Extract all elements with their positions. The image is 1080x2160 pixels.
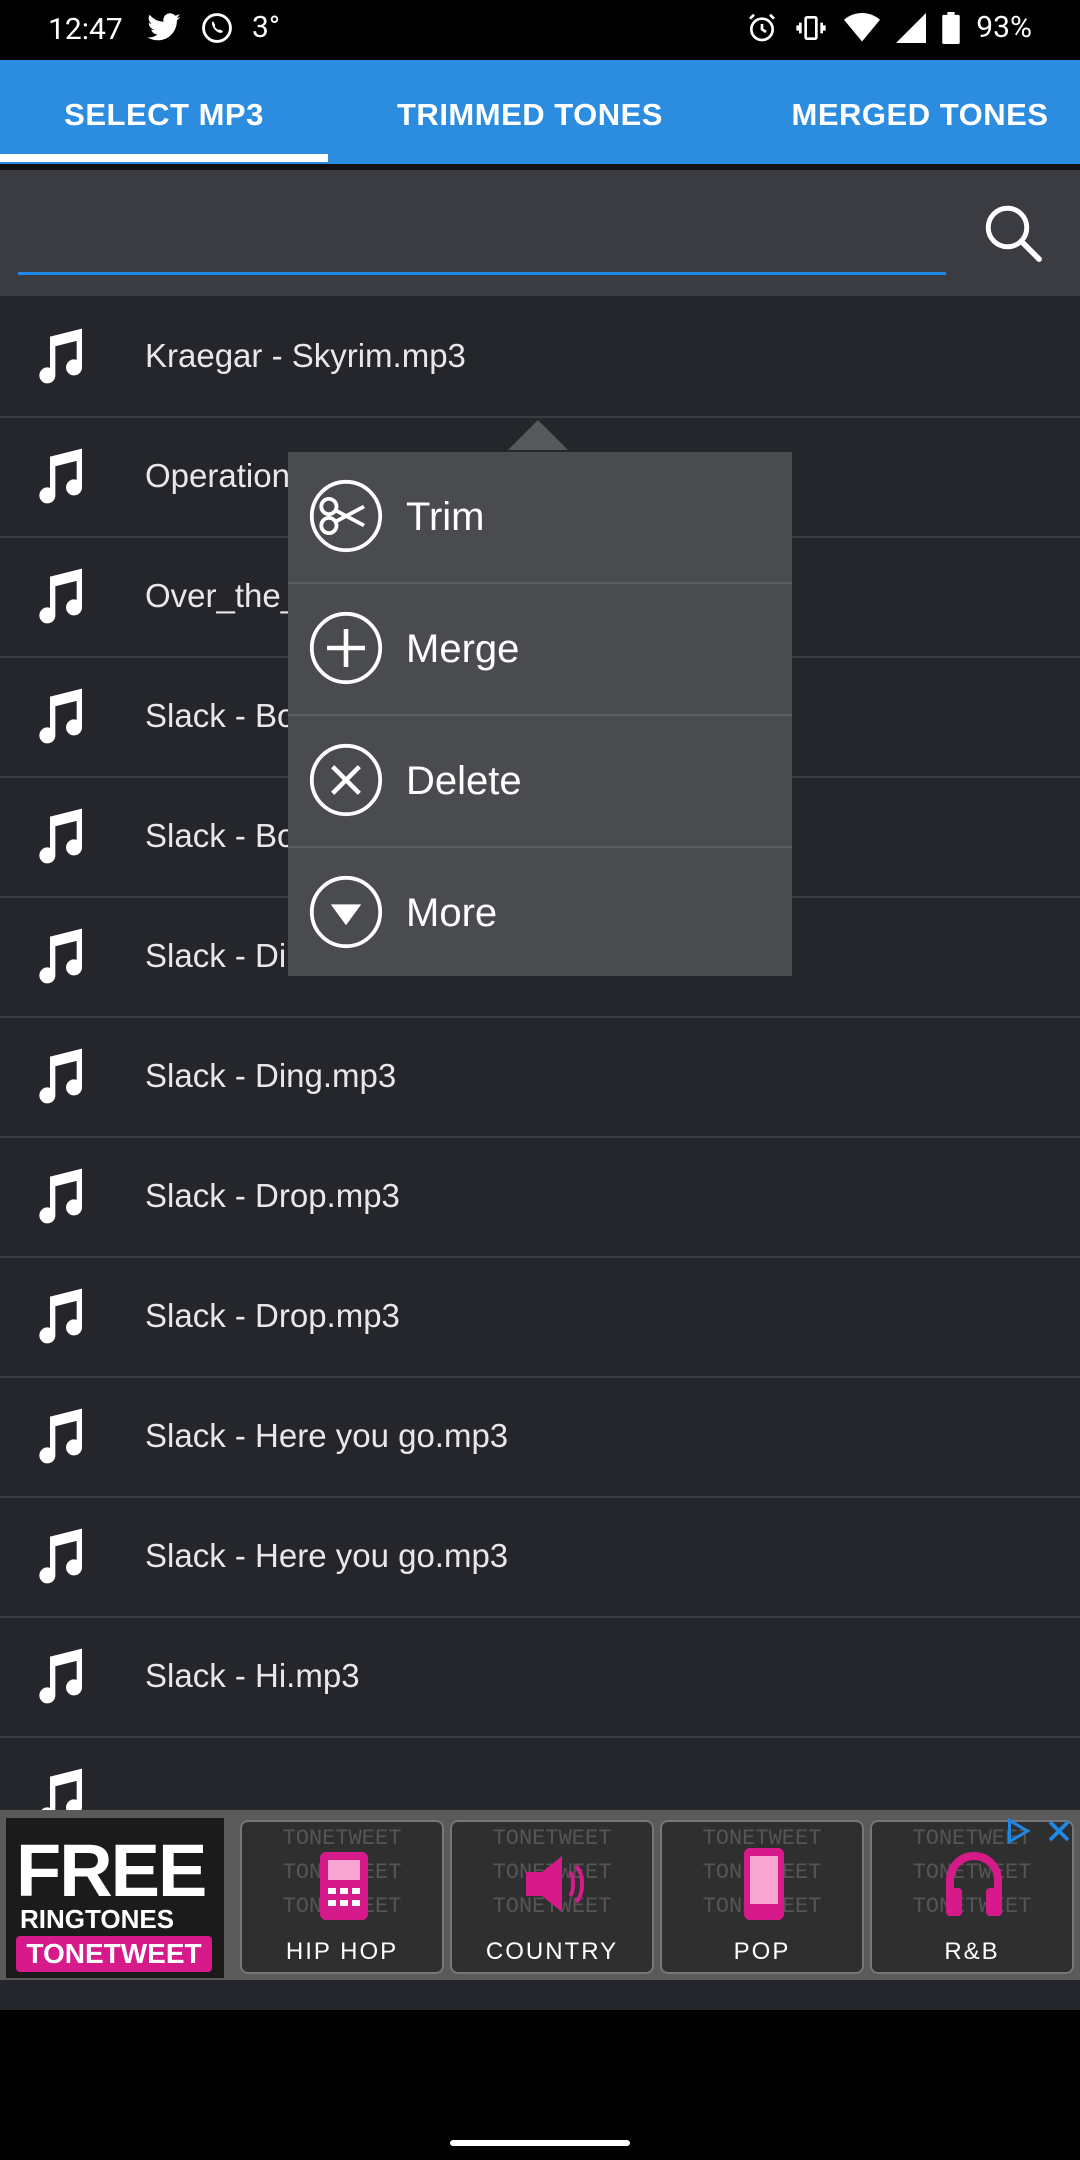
file-name: Slack - Bo <box>145 697 296 734</box>
headphones-icon <box>946 1852 1002 1916</box>
menu-item-delete[interactable]: Delete <box>288 716 792 848</box>
menu-item-merge[interactable]: Merge <box>288 584 792 716</box>
alarm-icon <box>749 13 776 41</box>
adchoices-icon[interactable] <box>1002 1816 1032 1846</box>
file-name: Slack - Drop.mp3 <box>145 1177 400 1214</box>
smartphone-icon <box>744 1848 784 1920</box>
music-note-icon <box>39 928 83 984</box>
music-note-icon <box>39 1048 83 1104</box>
file-name: Slack - Bo <box>145 817 296 854</box>
file-name: Slack - Here you go.mp3 <box>145 1537 509 1574</box>
file-name: Slack - Ding.mp3 <box>145 1057 397 1094</box>
list-item[interactable]: Slack - Drop.mp3 <box>0 1256 1080 1378</box>
menu-item-label: Delete <box>406 759 522 803</box>
file-name: Slack - Drop.mp3 <box>145 1297 400 1334</box>
menu-item-label: Merge <box>406 627 520 671</box>
list-item[interactable]: Slack - Here you go.mp3 <box>0 1496 1080 1618</box>
speaker-icon <box>526 1856 584 1912</box>
list-item[interactable]: Slack - Hi.mp3 <box>0 1616 1080 1738</box>
ad-genre-label: POP <box>733 1938 791 1965</box>
ad-genre-label: HIP HOP <box>285 1938 399 1965</box>
ad-brand-label: TONETWEET <box>16 1936 212 1972</box>
ad-genre-country[interactable]: TONETWEETTONETWEETTONETWEET COUNTRY <box>450 1820 654 1974</box>
list-item[interactable]: Slack - Here you go.mp3 <box>0 1376 1080 1498</box>
music-note-icon <box>39 568 83 624</box>
music-note-icon <box>39 448 83 504</box>
music-note-icon <box>39 1648 83 1704</box>
music-note-icon <box>39 1168 83 1224</box>
whatsapp-icon <box>202 12 232 43</box>
list-item[interactable]: Slack - Ding.mp3 <box>0 1016 1080 1138</box>
ad-genre-label: COUNTRY <box>485 1938 619 1965</box>
tab-trimmed-tones[interactable]: TRIMMED TONES <box>360 60 700 164</box>
system-nav-bar <box>0 2010 1080 2160</box>
music-note-icon <box>39 1528 83 1584</box>
list-item[interactable] <box>0 1736 1080 1810</box>
ad-ringtones-text: RINGTONES <box>20 1904 175 1934</box>
twitter-icon <box>147 12 181 40</box>
ad-free-text: FREE <box>16 1829 207 1912</box>
ad-banner[interactable]: FREE RINGTONES TONETWEET TONETWEETTONETW… <box>0 1810 1080 1980</box>
ad-brand-block[interactable]: FREE RINGTONES TONETWEET <box>6 1818 224 1978</box>
music-note-icon <box>39 328 83 384</box>
music-note-icon <box>39 808 83 864</box>
menu-item-label: Trim <box>406 495 485 539</box>
ad-genre-pop[interactable]: TONETWEETTONETWEETTONETWEET POP <box>660 1820 864 1974</box>
ad-genre-label: R&B <box>944 1938 1000 1965</box>
menu-item-trim[interactable]: Trim <box>288 452 792 584</box>
ad-genre-hiphop[interactable]: TONETWEETTONETWEETTONETWEET HIP HOP <box>240 1820 444 1974</box>
tab-bar: SELECT MP3 TRIMMED TONES MERGED TONES <box>0 60 1080 164</box>
music-note-icon <box>39 1408 83 1464</box>
search-icon[interactable] <box>980 200 1046 266</box>
music-note-icon <box>41 1768 83 1810</box>
menu-item-more[interactable]: More <box>288 848 792 978</box>
battery-percent: 93% <box>976 10 1032 45</box>
menu-item-label: More <box>406 891 498 935</box>
plus-icon <box>309 611 383 685</box>
status-bar: 12:47 3° 93% <box>0 0 1080 60</box>
x-icon <box>309 743 383 817</box>
music-note-icon <box>39 688 83 744</box>
close-icon[interactable] <box>1044 1816 1074 1846</box>
scissors-icon <box>309 479 383 553</box>
search-input[interactable] <box>18 198 946 275</box>
down-triangle-icon <box>309 875 383 949</box>
popup-arrow <box>508 420 568 450</box>
file-name: Slack - Here you go.mp3 <box>145 1417 509 1454</box>
vibrate-icon <box>796 15 826 40</box>
home-gesture-bar[interactable] <box>450 2140 630 2146</box>
music-note-icon <box>39 1288 83 1344</box>
search-bar <box>0 170 1080 296</box>
tab-indicator <box>0 154 328 162</box>
file-name: Slack - Hi.mp3 <box>145 1657 360 1694</box>
battery-icon <box>942 11 961 44</box>
list-item[interactable]: Slack - Drop.mp3 <box>0 1136 1080 1258</box>
tab-select-mp3[interactable]: SELECT MP3 <box>0 60 328 164</box>
list-item[interactable]: Kraegar - Skyrim.mp3 <box>0 296 1080 418</box>
signal-icon <box>896 12 927 43</box>
wifi-icon <box>844 12 881 41</box>
context-menu: Trim Merge Delete More <box>288 452 792 976</box>
status-time: 12:47 <box>48 12 123 47</box>
tab-merged-tones[interactable]: MERGED TONES <box>770 60 1070 164</box>
file-name: Over_the_ <box>145 577 300 614</box>
phone-icon <box>320 1852 368 1920</box>
status-temperature: 3° <box>252 10 281 45</box>
file-name: Kraegar - Skyrim.mp3 <box>145 337 466 374</box>
